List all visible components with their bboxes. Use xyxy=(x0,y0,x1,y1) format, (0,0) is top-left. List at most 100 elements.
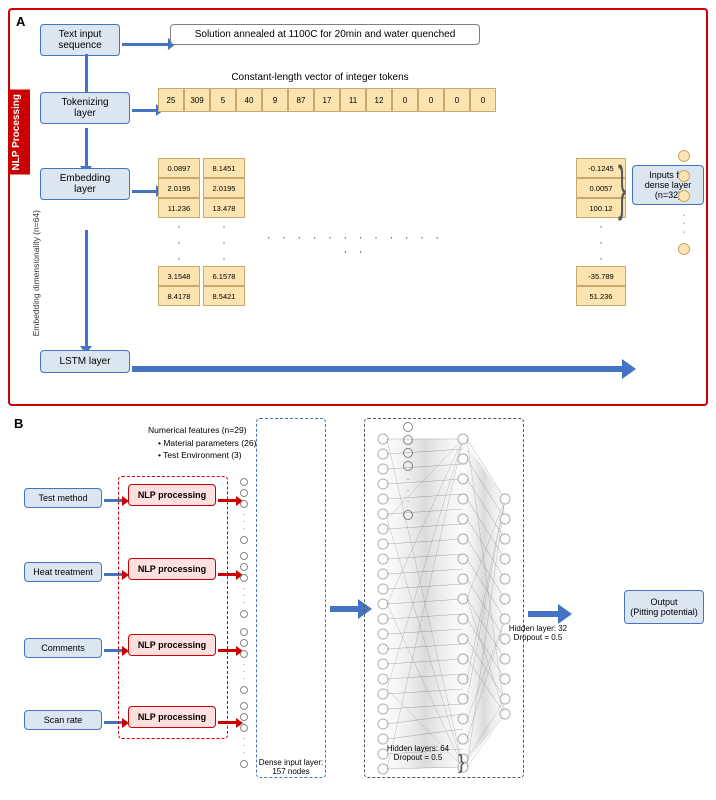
dense-input-label: Dense input layer:157 nodes xyxy=(256,758,326,776)
cd2 xyxy=(240,639,248,647)
solution-label: Solution annealed at 1100C for 20min and… xyxy=(195,29,456,40)
sr-out-dots: ··· xyxy=(240,702,248,768)
emb-c1r2: 2.0195 xyxy=(158,178,200,198)
neural-dots-a: ··· xyxy=(678,150,690,255)
emb-r4: -35.789 xyxy=(576,266,626,286)
htd3 xyxy=(240,574,248,582)
emb-horiz-dots: · · · · · · · · · · · · · · xyxy=(265,230,445,258)
cd4 xyxy=(240,686,248,694)
arrow-nn-output xyxy=(528,604,572,624)
test-method-box: Test method xyxy=(24,488,102,508)
token-9: 9 xyxy=(262,88,288,112)
heat-treatment-box: Heat treatment xyxy=(24,562,102,582)
hidden64-label: Hidden layers: 64Dropout = 0.5 xyxy=(368,744,468,762)
token-87: 87 xyxy=(288,88,314,112)
nd2 xyxy=(678,170,690,182)
htd-dots: ··· xyxy=(240,585,248,607)
embedding-box: Embeddinglayer xyxy=(40,168,130,200)
token-12: 12 xyxy=(366,88,392,112)
text-input-box: Text inputsequence xyxy=(40,24,120,56)
red-dashed-nlp-container xyxy=(118,476,228,739)
token-0c: 0 xyxy=(444,88,470,112)
emb-r5: 51.236 xyxy=(576,286,626,306)
emb-c2r1: 8.1451 xyxy=(203,158,245,178)
emb-c1r3: 11.236 xyxy=(158,198,200,218)
emb-c2-d1: · xyxy=(203,218,245,234)
comments-box: Comments xyxy=(24,638,102,658)
main-container: A NLP Processing Text inputsequence Solu… xyxy=(0,0,716,800)
brace-hidden64: } xyxy=(458,752,465,775)
emb-c2r4: 6.1578 xyxy=(203,266,245,286)
emb-c1r1: 0.0897 xyxy=(158,158,200,178)
panel-a: A NLP Processing Text inputsequence Solu… xyxy=(8,8,708,406)
constant-label: Constant-length vector of integer tokens xyxy=(210,72,430,83)
panel-b-label: B xyxy=(14,416,23,431)
emb-c1-d3: · xyxy=(158,250,200,266)
emb-c1r4: 3.1548 xyxy=(158,266,200,286)
token-25: 25 xyxy=(158,88,184,112)
tokenizing-label: Tokenizinglayer xyxy=(61,97,108,119)
brace-dense: } xyxy=(618,158,626,218)
token-11: 11 xyxy=(340,88,366,112)
nlp-badge: NLP Processing xyxy=(8,90,30,175)
token-309: 309 xyxy=(184,88,210,112)
emb-r-d3: · xyxy=(576,250,626,266)
arrow-text-to-sol xyxy=(122,38,176,50)
arrow-lstm-to-dense xyxy=(132,359,636,379)
tm-out-dots: ··· xyxy=(240,478,248,544)
tod4 xyxy=(240,536,248,544)
cd3 xyxy=(240,650,248,658)
lstm-box: LSTM layer xyxy=(40,350,130,373)
arrow-emb-to-lstm xyxy=(80,230,92,354)
nd1 xyxy=(678,150,690,162)
token-0b: 0 xyxy=(418,88,444,112)
emb-c1r5: 8.4178 xyxy=(158,286,200,306)
nd-dots: ··· xyxy=(682,210,687,235)
tod1 xyxy=(240,478,248,486)
emb-c1-d1: · xyxy=(158,218,200,234)
nn-svg xyxy=(365,419,525,779)
emb-c2-d2: · xyxy=(203,234,245,250)
dense-input-area xyxy=(256,418,326,778)
solution-box: Solution annealed at 1100C for 20min and… xyxy=(170,24,480,45)
tod-dots: ··· xyxy=(240,511,248,533)
tod3 xyxy=(240,500,248,508)
htd2 xyxy=(240,563,248,571)
nn-viz-area xyxy=(364,418,524,778)
panel-b: B Numerical features (n=29) • Material p… xyxy=(8,414,708,792)
cd-dots: ··· xyxy=(240,661,248,683)
output-box: Output(Pitting potential) xyxy=(624,590,704,624)
emb-c1-d2: · xyxy=(158,234,200,250)
emb-r-d2: · xyxy=(576,234,626,250)
srd1 xyxy=(240,702,248,710)
srd-dots: ··· xyxy=(240,735,248,757)
emb-col-1: 0.0897 2.0195 11.236 · · · 3.1548 8.4178 xyxy=(158,158,200,306)
emb-c2r5: 8.5421 xyxy=(203,286,245,306)
lstm-label: LSTM layer xyxy=(59,356,110,367)
emb-c2r2: 2.0195 xyxy=(203,178,245,198)
hidden32-label: Hidden layer: 32Dropout = 0.5 xyxy=(488,624,588,642)
srd3 xyxy=(240,724,248,732)
token-0d: 0 xyxy=(470,88,496,112)
token-40: 40 xyxy=(236,88,262,112)
dense-box: Inputs fordense layer(n=32) xyxy=(632,165,704,205)
htd1 xyxy=(240,552,248,560)
nd3 xyxy=(678,190,690,202)
emb-c2-d3: · xyxy=(203,250,245,266)
emb-col-2: 8.1451 2.0195 13.478 · · · 6.1578 8.5421 xyxy=(203,158,245,306)
srd2 xyxy=(240,713,248,721)
emb-c2r3: 13.478 xyxy=(203,198,245,218)
emb-dim-label: Embedding dimensionality (n=64) xyxy=(32,210,41,336)
nd4 xyxy=(678,243,690,255)
embedding-area: 0.0897 2.0195 11.236 · · · 3.1548 8.4178… xyxy=(158,158,245,306)
token-grid: 25 309 5 40 9 87 17 11 12 0 0 0 0 xyxy=(158,88,496,112)
embedding-label: Embeddinglayer xyxy=(60,173,111,195)
htd4 xyxy=(240,610,248,618)
scan-rate-box: Scan rate xyxy=(24,710,102,730)
tod2 xyxy=(240,489,248,497)
cd1 xyxy=(240,628,248,636)
tokenizing-box: Tokenizinglayer xyxy=(40,92,130,124)
text-input-label: Text inputsequence xyxy=(58,29,101,51)
srd4 xyxy=(240,760,248,768)
c-out-dots: ··· xyxy=(240,628,248,694)
